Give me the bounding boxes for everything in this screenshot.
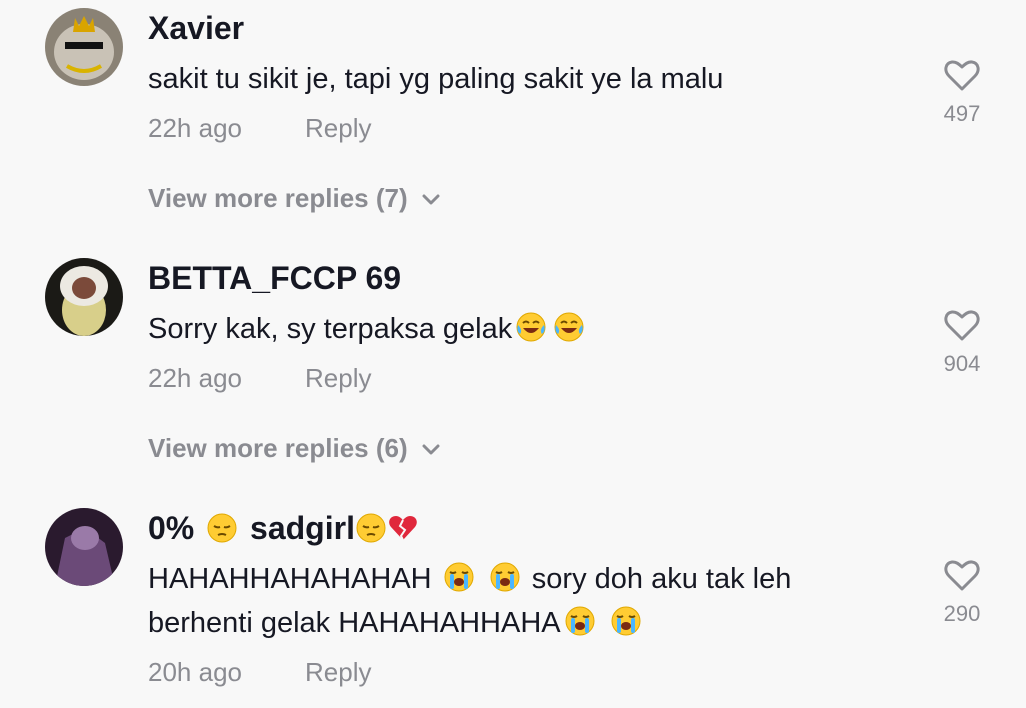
tears-of-joy-emoji	[553, 311, 585, 343]
chevron-down-icon	[422, 444, 440, 455]
broken-heart-emoji	[387, 512, 419, 544]
pensive-face-emoji	[206, 512, 238, 544]
like-count: 290	[943, 601, 981, 626]
heart-outline-icon[interactable]	[944, 58, 980, 92]
view-more-replies-label: View more replies (6)	[148, 433, 408, 463]
chevron-down-icon	[422, 194, 440, 205]
reply-button[interactable]: Reply	[305, 654, 371, 690]
like-control: 497	[930, 58, 994, 128]
heart-outline-icon[interactable]	[944, 308, 980, 342]
pensive-face-emoji	[355, 512, 387, 544]
comment-text-content: Sorry kak, sy terpaksa gelak	[148, 313, 513, 345]
view-more-replies-button[interactable]: View more replies (7)	[148, 180, 888, 216]
loudly-crying-emoji	[610, 605, 642, 637]
comment-text-content: berhenti gelak HAHAHAHHAHA	[148, 607, 561, 639]
comment-username[interactable]: Xavier	[148, 8, 888, 48]
comment-username[interactable]: 0% sadgirl	[148, 508, 888, 548]
view-more-replies-label: View more replies (7)	[148, 183, 408, 213]
comment-text-content: HAHAHHAHAHAHAH	[148, 563, 432, 595]
heart-outline-icon[interactable]	[944, 558, 980, 592]
username-part: 0%	[148, 510, 195, 546]
comment-list: Xavier sakit tu sikit je, tapi yg paling…	[0, 0, 1026, 708]
avatar[interactable]	[45, 258, 123, 336]
loudly-crying-emoji	[443, 561, 475, 593]
comment-timestamp: 22h ago	[148, 363, 242, 393]
avatar[interactable]	[45, 508, 123, 586]
comment-text-content: sory doh aku tak leh	[531, 563, 792, 595]
like-control: 904	[930, 308, 994, 378]
comment-text: sakit tu sikit je, tapi yg paling sakit …	[148, 63, 724, 95]
comment-timestamp: 22h ago	[148, 113, 242, 143]
avatar[interactable]	[45, 8, 123, 86]
reply-button[interactable]: Reply	[305, 110, 371, 146]
loudly-crying-emoji	[489, 561, 521, 593]
username-part: sadgirl	[250, 510, 355, 546]
comment-text: HAHAHHAHAHAHAH sory doh aku tak leh berhe…	[148, 557, 888, 645]
like-count: 497	[943, 101, 981, 126]
like-count: 904	[943, 351, 981, 376]
comment-timestamp: 20h ago	[148, 657, 242, 687]
like-control: 290	[930, 558, 994, 628]
tears-of-joy-emoji	[515, 311, 547, 343]
loudly-crying-emoji	[564, 605, 596, 637]
comment-text: Sorry kak, sy terpaksa gelak	[148, 307, 888, 351]
view-more-replies-button[interactable]: View more replies (6)	[148, 430, 888, 466]
comment-username[interactable]: BETTA_FCCP 69	[148, 258, 888, 298]
reply-button[interactable]: Reply	[305, 360, 371, 396]
